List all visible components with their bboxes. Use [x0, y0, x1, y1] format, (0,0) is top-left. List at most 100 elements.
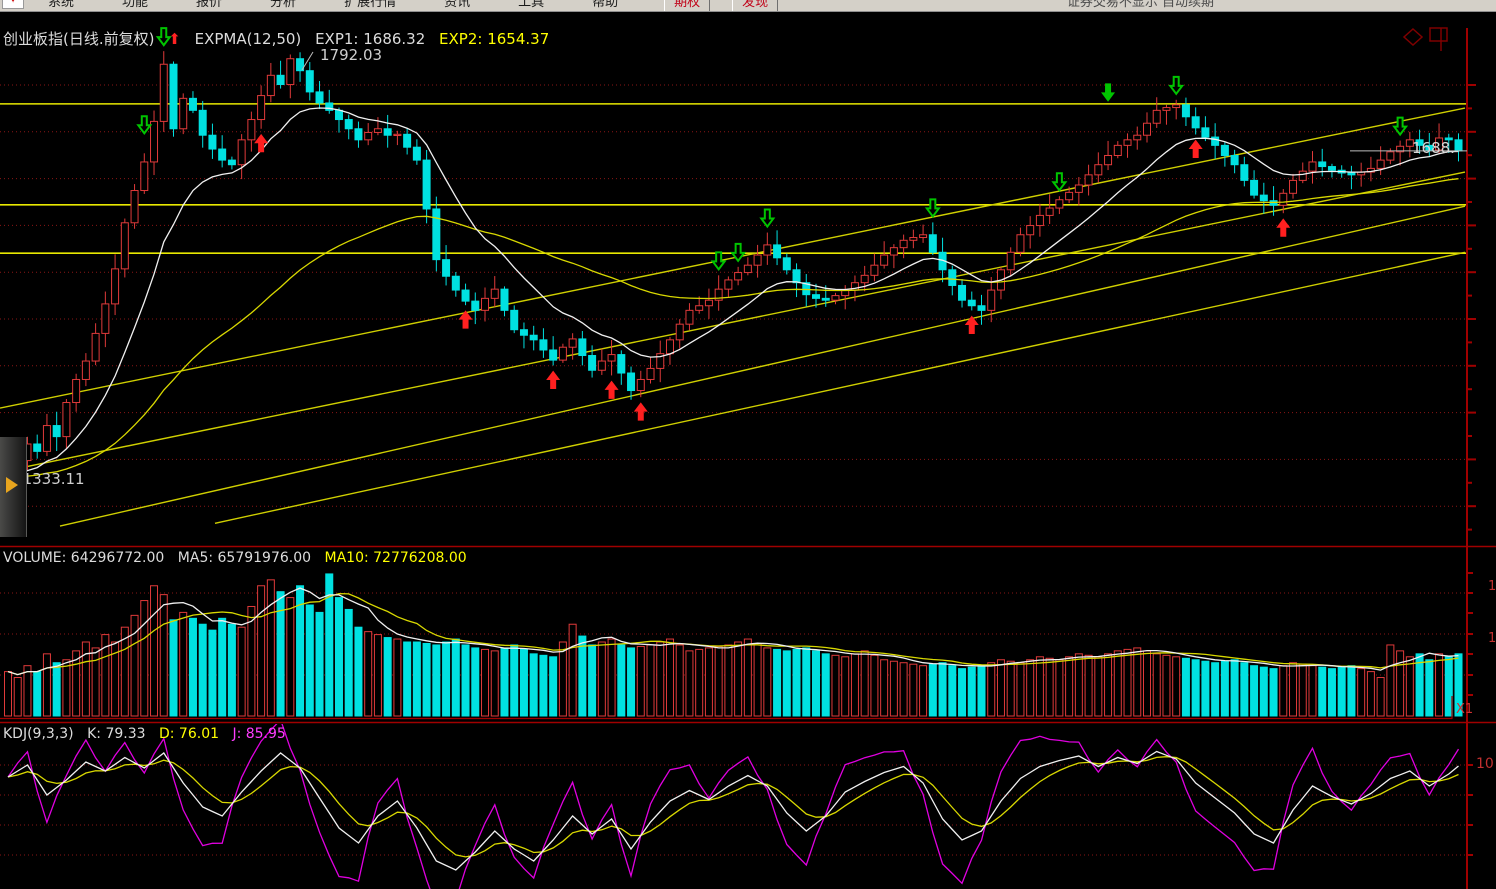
- volume-bar: [949, 666, 956, 716]
- volume-bar: [997, 660, 1004, 716]
- menu-item-quotes[interactable]: 报价: [196, 0, 222, 10]
- volume-value: VOLUME: 64296772.00: [3, 550, 164, 566]
- candle-body: [1221, 145, 1228, 155]
- volume-bar: [920, 666, 927, 716]
- volume-axis-label-partial-2: 1: [1488, 631, 1496, 646]
- menu-item-function[interactable]: 功能: [122, 0, 148, 10]
- sidebar-expander[interactable]: [0, 437, 27, 537]
- candle-body: [579, 339, 586, 356]
- volume-bar: [851, 654, 858, 716]
- candle-body: [735, 273, 742, 280]
- candle-body: [793, 270, 800, 283]
- candle-body: [1290, 180, 1297, 193]
- volume-bar: [813, 651, 820, 716]
- volume-bar: [569, 624, 576, 716]
- candle-body: [861, 275, 868, 282]
- signal-up-arrow-icon: ⬆: [168, 30, 181, 48]
- volume-bar: [1017, 663, 1024, 716]
- volume-bar: [238, 627, 245, 716]
- candle-body: [413, 147, 420, 160]
- candle-body: [910, 238, 917, 241]
- volume-bar: [267, 580, 274, 716]
- menu-item-system[interactable]: 系统: [48, 0, 74, 10]
- volume-bar: [1046, 658, 1053, 716]
- candle-body: [1192, 117, 1199, 128]
- candle-body: [520, 330, 527, 336]
- candle-body: [384, 129, 391, 135]
- volume-bar: [1426, 660, 1433, 716]
- menu-item-help[interactable]: 帮助: [592, 0, 618, 10]
- volume-bar: [306, 605, 313, 716]
- sell-signal-arrow: [927, 199, 939, 216]
- volume-bar: [754, 643, 761, 716]
- kdj-panel[interactable]: [0, 720, 1467, 889]
- split-window-icon[interactable]: [1430, 28, 1447, 51]
- volume-bar: [443, 642, 450, 716]
- candle-body: [598, 361, 605, 370]
- candle-body: [131, 191, 138, 223]
- candle-body: [1007, 252, 1014, 270]
- volume-bar: [1221, 661, 1228, 716]
- candle-body: [151, 121, 158, 162]
- candle-body: [1241, 165, 1248, 181]
- candle-body: [618, 355, 625, 373]
- volume-bar: [316, 612, 323, 716]
- volume-bar: [1056, 660, 1063, 716]
- candle-body: [1085, 175, 1092, 185]
- candle-body: [34, 444, 41, 451]
- volume-bar: [910, 664, 917, 716]
- exp1-value: EXP1: 1686.32: [315, 30, 425, 48]
- volume-bar: [608, 639, 615, 716]
- candle-body: [404, 134, 411, 147]
- candle-body: [1105, 155, 1112, 164]
- volume-bar: [92, 648, 99, 716]
- sell-signal-arrow: [138, 116, 150, 133]
- menu-button-discover[interactable]: 发现: [732, 0, 778, 12]
- volume-bar: [14, 678, 21, 716]
- candle-body: [764, 245, 771, 255]
- volume-bar: [1212, 663, 1219, 716]
- volume-bar: [1290, 663, 1297, 716]
- volume-bar: [1173, 657, 1180, 716]
- candle-body: [1017, 235, 1024, 253]
- trend-line: [0, 172, 1465, 472]
- volume-panel[interactable]: [0, 574, 1467, 716]
- volume-bar: [1309, 666, 1316, 716]
- candle-body: [345, 120, 352, 129]
- menu-item-extended-quotes[interactable]: 扩展行情: [344, 0, 396, 10]
- candle-body: [696, 306, 703, 311]
- volume-bar: [1231, 660, 1238, 716]
- candle-body: [676, 324, 683, 340]
- menu-item-news[interactable]: 资讯: [444, 0, 470, 10]
- volume-bar: [258, 586, 265, 716]
- volume-bar: [248, 606, 255, 716]
- candle-body: [783, 258, 790, 270]
- volume-bar: [199, 624, 206, 716]
- volume-bar: [501, 648, 508, 716]
- menu-item-tools[interactable]: 工具: [518, 0, 544, 10]
- candle-body: [491, 289, 498, 298]
- volume-bar: [1299, 664, 1306, 716]
- volume-bar: [978, 666, 985, 716]
- chart-canvas[interactable]: 1792.03 ←1333.11 1688. 1 1 10 X1: [0, 0, 1496, 889]
- candle-body: [121, 223, 128, 269]
- candle-body: [1280, 193, 1287, 205]
- candle-body: [530, 335, 537, 340]
- candle-body: [988, 290, 995, 310]
- candle-body: [920, 235, 927, 238]
- sell-signal-arrow: [1170, 77, 1182, 94]
- main-price-panel[interactable]: [0, 28, 1467, 526]
- candle-body: [1046, 208, 1053, 215]
- candle-body: [900, 240, 907, 247]
- volume-bar: [735, 642, 742, 716]
- menu-item-analysis[interactable]: 分析: [270, 0, 296, 10]
- kdj-legend: KDJ(9,3,3) K: 79.33 D: 76.01 J: 85.95: [3, 726, 286, 742]
- volume-bar: [1319, 667, 1326, 716]
- candle-body: [102, 304, 109, 333]
- menu-button-options[interactable]: 期权: [664, 0, 710, 12]
- app-logo-icon[interactable]: ✦: [2, 0, 24, 9]
- candle-body: [53, 426, 60, 437]
- candle-body: [258, 96, 265, 120]
- volume-bar: [365, 632, 372, 716]
- diamond-icon[interactable]: [1404, 29, 1422, 45]
